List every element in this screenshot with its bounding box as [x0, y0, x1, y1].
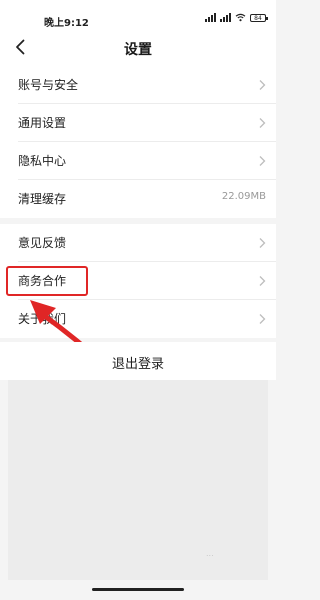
chevron-right-icon: [259, 156, 266, 166]
page-title: 设置: [124, 42, 152, 58]
signal-icon: [205, 13, 216, 22]
settings-row-account-security[interactable]: 账号与安全: [0, 66, 276, 104]
faint-text: ...: [206, 549, 214, 558]
settings-row-about-us[interactable]: 关于我们: [0, 300, 276, 338]
empty-content-area: [8, 380, 268, 580]
chevron-right-icon: [259, 276, 266, 286]
cache-size-value: 22.09MB: [221, 191, 266, 202]
annotation-highlight-box: [6, 266, 88, 296]
chevron-right-icon: [259, 314, 266, 324]
logout-label: 退出登录: [111, 357, 164, 372]
home-indicator[interactable]: [92, 588, 184, 591]
row-label: 清理缓存: [18, 192, 67, 206]
chevron-right-icon: [259, 80, 266, 90]
logout-button[interactable]: 退出登录: [0, 342, 276, 380]
row-label: 关于我们: [18, 312, 67, 326]
settings-group-account: 账号与安全 通用设置 隐私中心 清理缓存 22.09MB: [0, 66, 276, 218]
status-time: 晚上9:12: [44, 18, 89, 29]
nav-bar: 设置: [0, 28, 276, 68]
battery-icon: 84: [250, 13, 268, 22]
chevron-right-icon: [259, 118, 266, 128]
settings-row-feedback[interactable]: 意见反馈: [0, 224, 276, 262]
settings-row-general[interactable]: 通用设置: [0, 104, 276, 142]
row-label: 意见反馈: [18, 236, 67, 250]
settings-row-clear-cache[interactable]: 清理缓存 22.09MB: [0, 180, 276, 218]
row-label: 隐私中心: [18, 154, 67, 168]
settings-row-privacy[interactable]: 隐私中心: [0, 142, 276, 180]
wifi-icon: [235, 13, 246, 22]
chevron-right-icon: [259, 238, 266, 248]
signal-icon-2: [220, 13, 231, 22]
status-bar: 晚上9:12 84: [0, 0, 276, 29]
row-label: 通用设置: [18, 116, 67, 130]
status-icons: 84: [205, 13, 268, 22]
row-label: 账号与安全: [18, 78, 79, 92]
